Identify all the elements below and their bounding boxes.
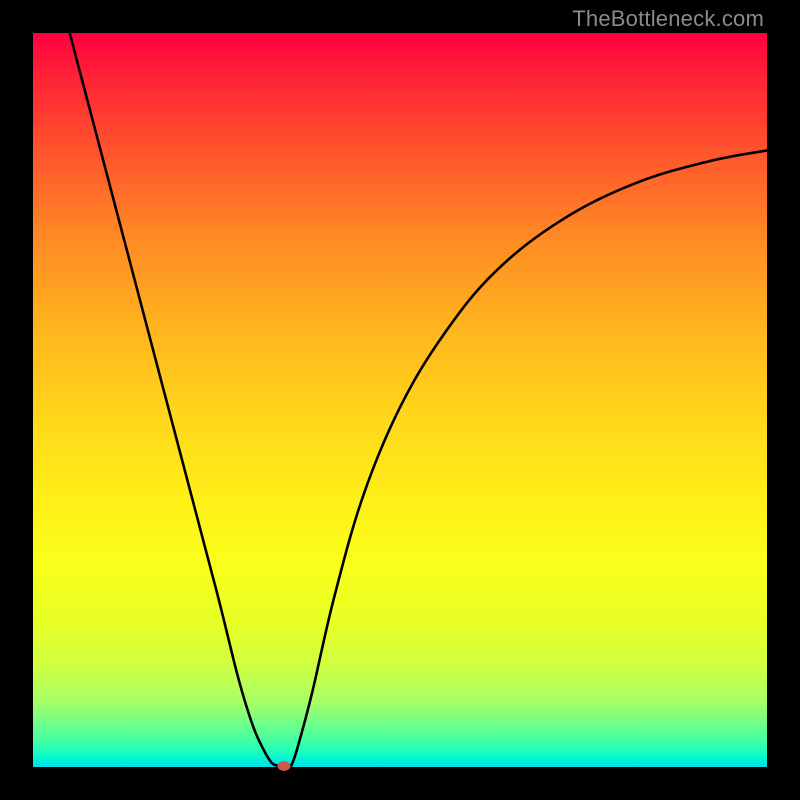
chart-frame: TheBottleneck.com: [0, 0, 800, 800]
watermark-text: TheBottleneck.com: [572, 6, 764, 32]
optimum-marker: [278, 761, 291, 771]
plot-area: [33, 33, 767, 767]
bottleneck-curve: [33, 33, 767, 767]
curve-path: [70, 33, 767, 766]
